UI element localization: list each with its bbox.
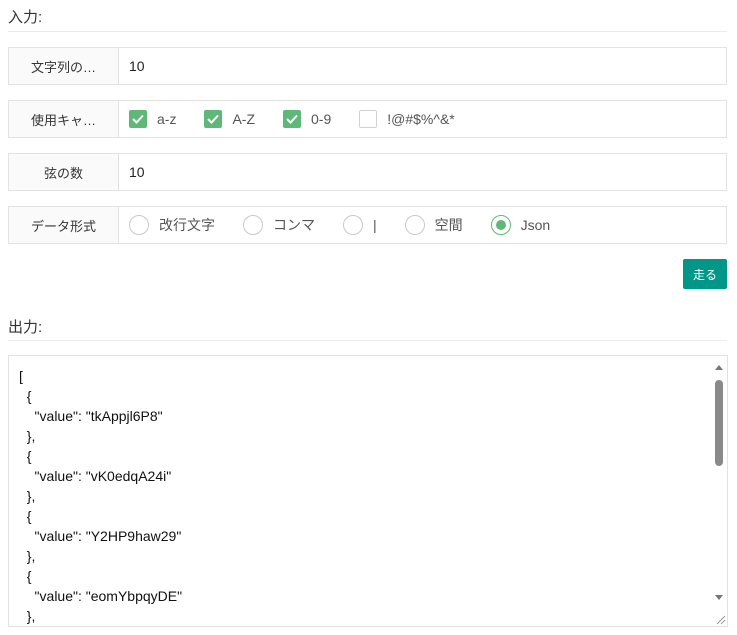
count-label: 弦の数 — [9, 154, 119, 190]
length-content — [119, 48, 726, 84]
length-input[interactable] — [129, 58, 726, 74]
length-label: 文字列の… — [9, 48, 119, 84]
radio-selected-icon[interactable] — [490, 215, 511, 235]
output-scrollbar[interactable] — [712, 356, 727, 626]
charset-option-label: 0-9 — [311, 111, 332, 127]
charset-option-symbols[interactable]: !@#$%^&* — [359, 110, 455, 128]
radio-unselected-icon[interactable] — [404, 215, 425, 235]
charset-option-label: !@#$%^&* — [387, 111, 455, 127]
charset-label: 使用キャ… — [9, 101, 119, 137]
checkbox-checked-icon[interactable] — [283, 110, 302, 128]
checkbox-checked-icon[interactable] — [204, 110, 223, 128]
format-option-label: Json — [520, 217, 551, 233]
count-content — [119, 154, 726, 190]
radio-unselected-icon[interactable] — [129, 215, 149, 235]
checkbox-unchecked-icon[interactable] — [359, 110, 378, 128]
output-divider — [8, 340, 727, 341]
format-option-newline[interactable]: 改行文字 — [129, 215, 215, 235]
input-divider — [8, 31, 727, 32]
radio-unselected-icon[interactable] — [343, 215, 363, 235]
charset-option-lowercase[interactable]: a-z — [129, 110, 176, 128]
format-option-label: | — [373, 217, 377, 233]
radio-unselected-icon[interactable] — [243, 215, 263, 235]
format-option-comma[interactable]: コンマ — [243, 215, 315, 235]
page: 入力: 文字列の… 使用キャ… a-z A-Z — [0, 0, 737, 635]
scroll-down-arrow-icon[interactable] — [715, 595, 723, 600]
count-input[interactable] — [129, 164, 726, 180]
scroll-up-arrow-icon[interactable] — [715, 365, 723, 370]
length-row: 文字列の… — [8, 47, 727, 85]
charset-option-label: A-Z — [232, 111, 256, 127]
charset-options: a-z A-Z 0-9 !@#$%^&* — [119, 101, 726, 137]
charset-option-digits[interactable]: 0-9 — [283, 110, 331, 128]
output-text[interactable]: [ { "value": "tkAppjl6P8" }, { "value": … — [9, 356, 727, 626]
format-row: データ形式 改行文字 コンマ | 空間 Json — [8, 206, 727, 244]
scrollbar-thumb[interactable] — [715, 380, 723, 466]
input-section-title: 入力: — [8, 9, 43, 26]
charset-row: 使用キャ… a-z A-Z 0-9 !@#$%^&* — [8, 100, 727, 138]
format-option-label: 改行文字 — [159, 217, 215, 233]
format-option-json[interactable]: Json — [490, 215, 551, 235]
format-label: データ形式 — [9, 207, 119, 243]
format-options: 改行文字 コンマ | 空間 Json — [119, 207, 726, 243]
charset-option-label: a-z — [157, 111, 177, 127]
format-option-label: コンマ — [273, 217, 315, 233]
format-option-pipe[interactable]: | — [343, 215, 377, 235]
checkbox-checked-icon[interactable] — [129, 110, 147, 128]
format-option-space[interactable]: 空間 — [404, 215, 463, 235]
run-button[interactable]: 走る — [683, 259, 727, 289]
output-textarea[interactable]: [ { "value": "tkAppjl6P8" }, { "value": … — [8, 355, 728, 627]
count-row: 弦の数 — [8, 153, 727, 191]
resize-grip-icon[interactable] — [713, 612, 726, 625]
output-section-title: 出力: — [8, 319, 43, 336]
charset-option-uppercase[interactable]: A-Z — [204, 110, 255, 128]
format-option-label: 空間 — [434, 217, 463, 233]
